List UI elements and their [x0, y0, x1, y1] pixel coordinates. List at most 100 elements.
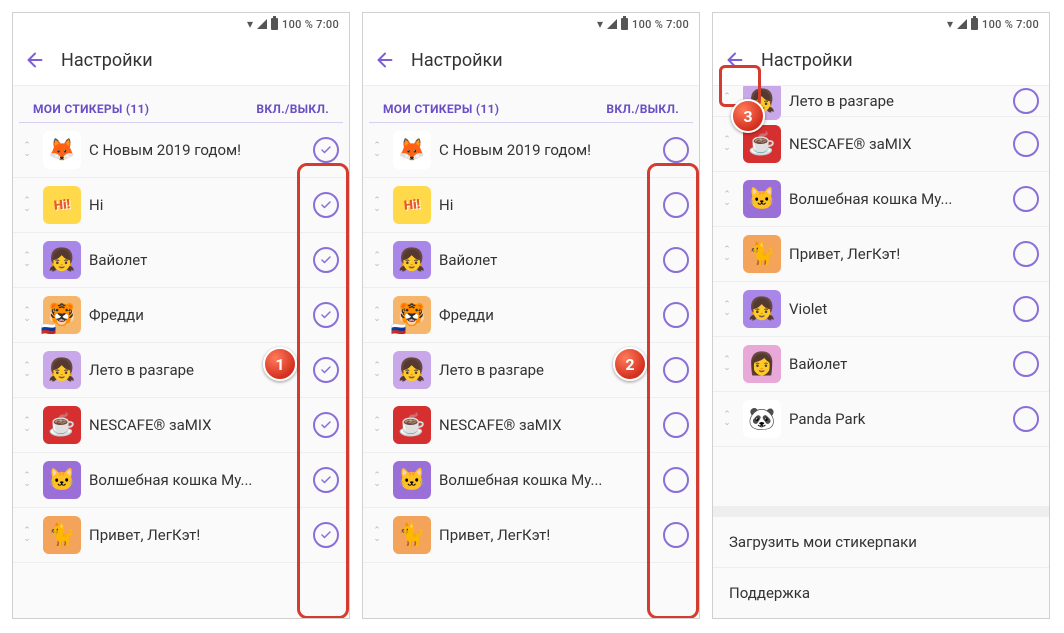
footer-link[interactable]: Загрузить мои стикерпаки — [713, 516, 1049, 567]
sticker-toggle[interactable] — [313, 412, 339, 438]
sticker-toggle[interactable] — [663, 137, 689, 163]
drag-handle-icon[interactable]: ⌃⌄ — [19, 473, 35, 488]
drag-handle-icon[interactable]: ⌃⌄ — [719, 137, 735, 152]
sticker-pack-label: Волшебная кошка Му... — [439, 471, 655, 489]
sticker-pack-icon: 🐼 — [743, 400, 781, 438]
status-bar: ▾100 % 7:00 — [363, 13, 699, 35]
sticker-toggle[interactable] — [663, 302, 689, 328]
sticker-pack-icon: 👧 — [743, 290, 781, 328]
flag-badge-icon: 🇷🇺 — [391, 322, 406, 336]
drag-handle-icon[interactable]: ⌃⌄ — [719, 412, 735, 427]
sticker-toggle[interactable] — [663, 467, 689, 493]
sticker-pack-label: Привет, ЛегКэт! — [439, 526, 655, 544]
drag-handle-icon[interactable]: ⌃⌄ — [369, 418, 385, 433]
back-arrow-icon[interactable] — [23, 48, 47, 72]
drag-handle-icon[interactable]: ⌃⌄ — [19, 308, 35, 323]
drag-handle-icon[interactable]: ⌃⌄ — [19, 363, 35, 378]
wifi-icon: ▾ — [247, 17, 253, 31]
sticker-pack-label: Фредди — [439, 306, 655, 324]
sticker-toggle[interactable] — [1013, 351, 1039, 377]
sticker-pack-icon: 👧 — [393, 241, 431, 279]
phone-screen-1: ▾100 % 7:00НастройкиМОИ СТИКЕРЫ (11)ВКЛ.… — [12, 12, 350, 619]
drag-handle-icon[interactable]: ⌃⌄ — [19, 418, 35, 433]
drag-handle-icon[interactable]: ⌃⌄ — [369, 143, 385, 158]
sticker-pack-label: Фредди — [89, 306, 305, 324]
signal-icon — [957, 19, 967, 29]
page-title: Настройки — [61, 50, 153, 71]
sticker-toggle[interactable] — [1013, 88, 1039, 114]
step-badge: 1 — [263, 347, 297, 381]
sticker-row: ⌃⌄ 👧 Вайолет — [363, 233, 699, 288]
drag-handle-icon[interactable]: ⌃⌄ — [719, 192, 735, 207]
sticker-pack-label: Вайолет — [439, 251, 655, 269]
back-arrow-icon[interactable] — [373, 48, 397, 72]
sticker-toggle[interactable] — [313, 467, 339, 493]
sticker-row: ⌃⌄Hi!Hi — [13, 178, 349, 233]
sticker-toggle[interactable] — [663, 412, 689, 438]
sticker-toggle[interactable] — [313, 522, 339, 548]
drag-handle-icon[interactable]: ⌃⌄ — [369, 363, 385, 378]
sticker-pack-icon: 👧 — [43, 351, 81, 389]
sticker-pack-label: Violet — [789, 300, 1005, 318]
sticker-row: ⌃⌄🐱Волшебная кошка Му... — [13, 453, 349, 508]
sticker-list[interactable]: ⌃⌄🦊С Новым 2019 годом!⌃⌄Hi!Hi⌃⌄👧Вайолет⌃… — [363, 123, 699, 618]
sticker-toggle[interactable] — [663, 357, 689, 383]
drag-handle-icon[interactable]: ⌃⌄ — [19, 198, 35, 213]
sticker-row: ⌃⌄🦊С Новым 2019 годом! — [363, 123, 699, 178]
sticker-list[interactable]: ⌃⌄🦊С Новым 2019 годом!⌃⌄Hi!Hi⌃⌄👧Вайолет⌃… — [13, 123, 349, 618]
sticker-toggle[interactable] — [313, 137, 339, 163]
sticker-pack-label: С Новым 2019 годом! — [89, 141, 305, 159]
battery-icon — [621, 18, 628, 30]
drag-handle-icon[interactable]: ⌃⌄ — [19, 143, 35, 158]
back-arrow-icon[interactable] — [723, 48, 747, 72]
sticker-toggle[interactable] — [663, 522, 689, 548]
sticker-pack-icon: 🐈 — [743, 235, 781, 273]
battery-icon — [271, 18, 278, 30]
wifi-icon: ▾ — [947, 17, 953, 31]
sticker-toggle[interactable] — [313, 302, 339, 328]
status-bar: ▾100 % 7:00 — [13, 13, 349, 35]
drag-handle-icon[interactable]: ⌃⌄ — [719, 302, 735, 317]
footer-link[interactable]: Поддержка — [713, 567, 1049, 618]
sticker-row: ⌃⌄☕NESCAFE® заMIX — [713, 117, 1049, 172]
sticker-toggle[interactable] — [663, 247, 689, 273]
drag-handle-icon[interactable]: ⌃⌄ — [369, 253, 385, 268]
app-header: Настройки — [713, 35, 1049, 86]
sticker-pack-icon: 🐱 — [43, 461, 81, 499]
section-title: МОИ СТИКЕРЫ (11) — [383, 102, 499, 116]
sticker-pack-icon: 👧 — [393, 351, 431, 389]
sticker-toggle[interactable] — [1013, 186, 1039, 212]
drag-handle-icon[interactable]: ⌃⌄ — [719, 357, 735, 372]
status-text: 100 % 7:00 — [982, 18, 1039, 31]
sticker-toggle[interactable] — [1013, 406, 1039, 432]
sticker-pack-label: Hi — [439, 196, 655, 214]
drag-handle-icon[interactable]: ⌃⌄ — [369, 198, 385, 213]
sticker-toggle[interactable] — [1013, 241, 1039, 267]
sticker-pack-icon: ☕ — [43, 406, 81, 444]
drag-handle-icon[interactable]: ⌃⌄ — [719, 247, 735, 262]
sticker-toggle[interactable] — [313, 247, 339, 273]
sticker-toggle[interactable] — [1013, 131, 1039, 157]
sticker-pack-label: Hi — [89, 196, 305, 214]
sticker-pack-icon: 🦊 — [393, 131, 431, 169]
sticker-pack-icon: Hi! — [393, 186, 431, 224]
sticker-pack-label: NESCAFE® заMIX — [789, 135, 1005, 153]
sticker-row: ⌃⌄🐈Привет, ЛегКэт! — [713, 227, 1049, 282]
sticker-list[interactable]: ⌃⌄👧Лето в разгаре⌃⌄☕NESCAFE® заMIX⌃⌄🐱Вол… — [713, 86, 1049, 506]
sticker-row: ⌃⌄🦊С Новым 2019 годом! — [13, 123, 349, 178]
sticker-pack-label: Привет, ЛегКэт! — [89, 526, 305, 544]
step-badge: 2 — [613, 347, 647, 381]
sticker-toggle[interactable] — [313, 192, 339, 218]
sticker-toggle[interactable] — [663, 192, 689, 218]
sticker-toggle[interactable] — [1013, 296, 1039, 322]
sticker-toggle[interactable] — [313, 357, 339, 383]
sticker-row: ⌃⌄👧Лето в разгаре — [13, 343, 349, 398]
page-title: Настройки — [411, 50, 503, 71]
drag-handle-icon[interactable]: ⌃⌄ — [369, 473, 385, 488]
drag-handle-icon[interactable]: ⌃⌄ — [19, 253, 35, 268]
signal-icon — [607, 19, 617, 29]
divider — [713, 506, 1049, 516]
drag-handle-icon[interactable]: ⌃⌄ — [19, 528, 35, 543]
drag-handle-icon[interactable]: ⌃⌄ — [369, 528, 385, 543]
drag-handle-icon[interactable]: ⌃⌄ — [369, 308, 385, 323]
